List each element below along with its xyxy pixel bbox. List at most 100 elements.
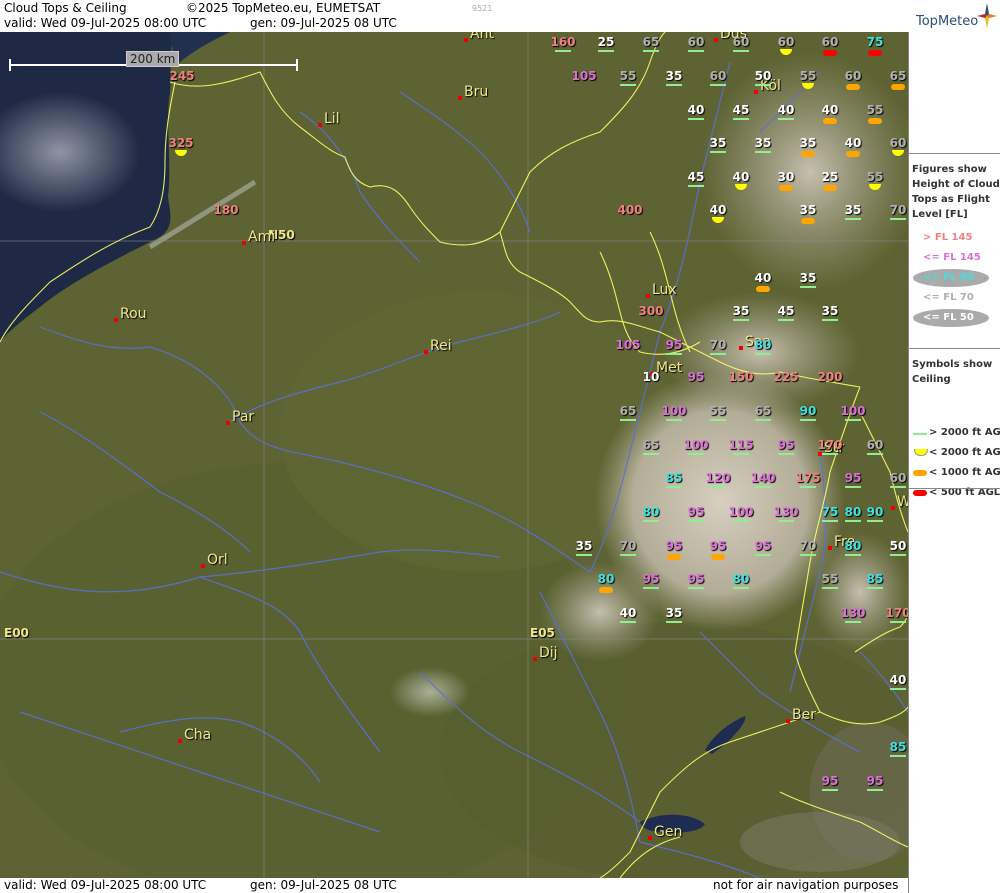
cloud-top-label: 300	[638, 304, 664, 318]
city-label: Lux	[652, 282, 677, 298]
cloud-top-label: 40	[687, 103, 705, 117]
ceiling-line-symbol	[688, 118, 704, 120]
ceiling-line-symbol	[643, 587, 659, 589]
cloud-top-label: 95	[821, 774, 839, 788]
ceiling-line-symbol	[666, 621, 682, 623]
cloud-top-label: 40	[844, 136, 862, 150]
ceiling-pill-symbol	[756, 286, 770, 292]
city-marker	[828, 546, 832, 550]
city-label: Orl	[207, 552, 228, 568]
ceiling-line-symbol	[845, 621, 861, 623]
cloud-top-label: 140	[750, 471, 776, 485]
cloud-top-label: 130	[840, 606, 866, 620]
cloud-top-label: 95	[642, 572, 660, 586]
ceiling-line-symbol	[576, 554, 592, 556]
city-marker	[201, 564, 205, 568]
ceiling-line-symbol	[867, 453, 883, 455]
ceiling-line-symbol	[733, 319, 749, 321]
cloud-top-label: 25	[821, 170, 839, 184]
scale-label: 200 km	[126, 51, 180, 67]
cloud-top-label: 45	[732, 103, 750, 117]
ceiling-line-symbol	[822, 520, 838, 522]
cloud-top-label: 95	[709, 539, 727, 553]
ceiling-line-symbol	[845, 419, 861, 421]
ceiling-line-symbol	[666, 84, 682, 86]
legend-tops-section: Figures show Height of Cloud Tops as Fli…	[909, 153, 1000, 344]
city-marker	[754, 90, 758, 94]
cloud-top-label: 85	[665, 471, 683, 485]
ceiling-line-symbol	[822, 453, 838, 455]
cloud-top-label: 160	[550, 35, 576, 49]
ceiling-line-symbol	[822, 587, 838, 589]
cloud-top-label: 40	[889, 673, 907, 687]
cloud-top-label: 75	[866, 35, 884, 49]
city-label: Ami	[248, 229, 276, 245]
legend-ceiling-item: > 2000 ft AGL	[929, 427, 1000, 438]
ceiling-line-symbol	[733, 50, 749, 52]
ceiling-pill-symbol	[846, 84, 860, 90]
cloud-top-label: 90	[866, 505, 884, 519]
ceiling-line-symbol	[890, 621, 906, 623]
cloud-top-label: 35	[799, 136, 817, 150]
city-label: Rei	[430, 338, 452, 354]
city-label: Cha	[184, 727, 212, 743]
gen-time: gen: 09-Jul-2025 08 UTC	[250, 16, 397, 30]
ceiling-line-symbol	[867, 520, 883, 522]
cloud-top-label: 90	[799, 404, 817, 418]
legend-ceiling-item: < 1000 ft AGL	[929, 467, 1000, 478]
ceiling-pill-symbol	[868, 50, 882, 56]
cloud-top-label: 65	[642, 438, 660, 452]
cloud-top-label: 45	[687, 170, 705, 184]
ceiling-pill-symbol	[868, 118, 882, 124]
ceiling-line-symbol	[867, 587, 883, 589]
legend-tops-item: <= FL 50	[923, 312, 974, 323]
topmeteo-logo[interactable]: TopMeteo	[908, 0, 1000, 32]
ceiling-line-symbol	[800, 486, 816, 488]
cloud-top-label: 55	[821, 572, 839, 586]
cloud-top-label: 200	[817, 370, 843, 384]
city-marker	[424, 350, 428, 354]
footer: valid: Wed 09-Jul-2025 08:00 UTC gen: 09…	[0, 878, 908, 893]
legend-panel: Figures show Height of Cloud Tops as Fli…	[908, 32, 1000, 893]
cloud-top-label: 40	[619, 606, 637, 620]
ceiling-line-symbol	[755, 84, 771, 86]
map-canvas[interactable]: 200 km N50 E00 E05 Ant Bru Lil Ami Rou Rei Par…	[0, 32, 908, 878]
legend-end-divider	[909, 488, 1000, 490]
ceiling-line-symbol	[688, 185, 704, 187]
cloud-top-label: 170	[817, 438, 843, 452]
city-marker	[242, 241, 246, 245]
ceiling-line-symbol	[620, 84, 636, 86]
cloud-top-label: 60	[687, 35, 705, 49]
ceiling-line-symbol	[755, 554, 771, 556]
ceiling-line-symbol	[620, 419, 636, 421]
legend-pill-symbol	[913, 490, 927, 496]
cloud-top-label: 175	[795, 471, 821, 485]
city-label: Rou	[120, 306, 147, 322]
disclaimer: not for air navigation purposes	[713, 878, 899, 892]
header-row-2: valid: Wed 09-Jul-2025 08:00 UTC gen: 09…	[0, 16, 908, 32]
cloud-top-label: 60	[889, 471, 907, 485]
ceiling-line-symbol	[867, 789, 883, 791]
ceiling-pill-symbol	[779, 185, 793, 191]
footer-valid-time: valid: Wed 09-Jul-2025 08:00 UTC	[4, 878, 207, 892]
ceiling-line-symbol	[800, 419, 816, 421]
cloud-top-label: 60	[889, 136, 907, 150]
cloud-top-label: 35	[665, 606, 683, 620]
cloud-top-label: 120	[705, 471, 731, 485]
city-label: Dij	[539, 645, 558, 661]
city-marker	[114, 318, 118, 322]
ceiling-pill-symbol	[711, 554, 725, 560]
legend-tops-title: Figures show Height of Cloud Tops as Fli…	[912, 164, 1000, 220]
cloud-top-label: 35	[844, 203, 862, 217]
grid-label-e05: E05	[530, 626, 555, 640]
cloud-top-label: 130	[773, 505, 799, 519]
ceiling-line-symbol	[845, 520, 861, 522]
logo-text: TopMeteo	[916, 14, 979, 29]
cloud-top-label: 65	[754, 404, 772, 418]
ceiling-line-symbol	[800, 286, 816, 288]
cloud-top-label: 105	[615, 338, 641, 352]
cloud-top-label: 35	[732, 304, 750, 318]
legend-tops-item: <= FL 90	[923, 272, 974, 283]
cloud-top-label: 245	[169, 69, 195, 83]
ceiling-line-symbol	[598, 50, 614, 52]
